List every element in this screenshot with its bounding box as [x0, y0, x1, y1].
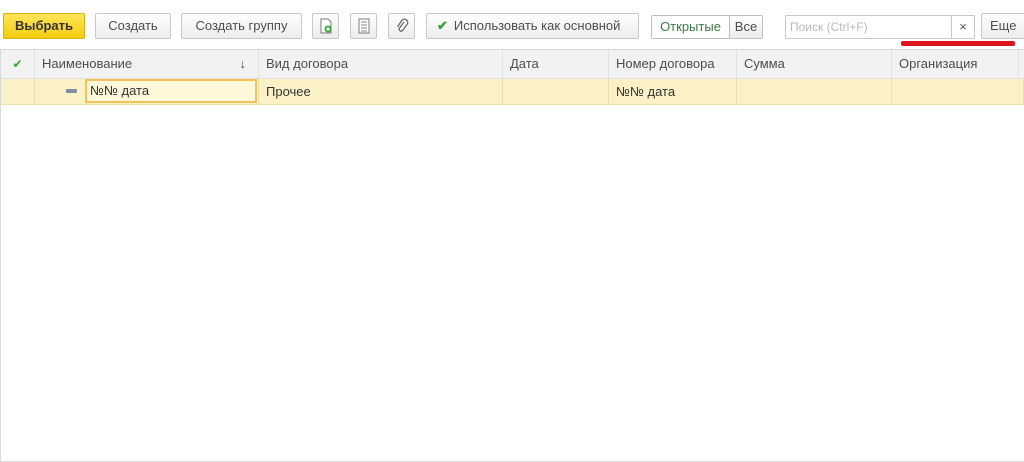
- checkmark-icon: ✔: [437, 18, 448, 33]
- redaction-mark: [901, 41, 1015, 46]
- row-contract-type-cell[interactable]: Прочее: [259, 79, 503, 104]
- column-header-amount[interactable]: Сумма: [737, 50, 892, 78]
- column-header-organization[interactable]: Организация: [892, 50, 1019, 78]
- filter-all-option[interactable]: Все: [730, 16, 762, 38]
- document-add-icon: [320, 18, 331, 34]
- filter-open-option[interactable]: Открытые: [652, 16, 730, 38]
- row-organization-cell[interactable]: [892, 79, 1024, 104]
- search-input[interactable]: [790, 17, 950, 37]
- attach-button[interactable]: [388, 13, 415, 39]
- paperclip-icon: [396, 18, 408, 32]
- column-header-name[interactable]: Наименование ↓: [35, 50, 259, 78]
- table-header: ✔ Наименование ↓ Вид договора Дата Номер…: [1, 50, 1024, 79]
- row-check-cell: [1, 79, 35, 104]
- contracts-table: ✔ Наименование ↓ Вид договора Дата Номер…: [0, 49, 1024, 462]
- list-view-button[interactable]: [350, 13, 377, 39]
- sort-descending-icon: ↓: [239, 56, 247, 71]
- use-as-main-button[interactable]: ✔ Использовать как основной: [426, 13, 639, 39]
- item-element-icon: [66, 89, 77, 93]
- column-header-name-label: Наименование: [42, 56, 133, 71]
- command-bar: Выбрать Создать Создать группу ✔ Использо…: [0, 0, 1024, 46]
- create-button[interactable]: Создать: [95, 13, 171, 39]
- column-header-date[interactable]: Дата: [503, 50, 609, 78]
- copy-button[interactable]: [312, 13, 339, 39]
- search-box: ×: [785, 15, 975, 39]
- select-button[interactable]: Выбрать: [3, 13, 85, 39]
- column-header-contract-number[interactable]: Номер договора: [609, 50, 737, 78]
- create-group-button[interactable]: Создать группу: [181, 13, 302, 39]
- table-row[interactable]: №№ дата Прочее №№ дата: [1, 79, 1024, 105]
- row-contract-number-cell[interactable]: №№ дата: [609, 79, 737, 104]
- check-column-icon[interactable]: ✔: [1, 50, 35, 78]
- row-amount-cell[interactable]: [737, 79, 892, 104]
- list-icon: [358, 18, 369, 34]
- more-button[interactable]: Еще: [981, 13, 1024, 39]
- open-all-filter: Открытые Все: [651, 15, 763, 39]
- column-header-contract-type[interactable]: Вид договора: [259, 50, 503, 78]
- row-name-editbox[interactable]: №№ дата: [85, 79, 257, 103]
- use-as-main-label: Использовать как основной: [453, 18, 621, 33]
- row-date-cell[interactable]: [503, 79, 609, 104]
- clear-search-icon[interactable]: ×: [951, 16, 974, 38]
- row-name-cell[interactable]: №№ дата: [35, 79, 259, 104]
